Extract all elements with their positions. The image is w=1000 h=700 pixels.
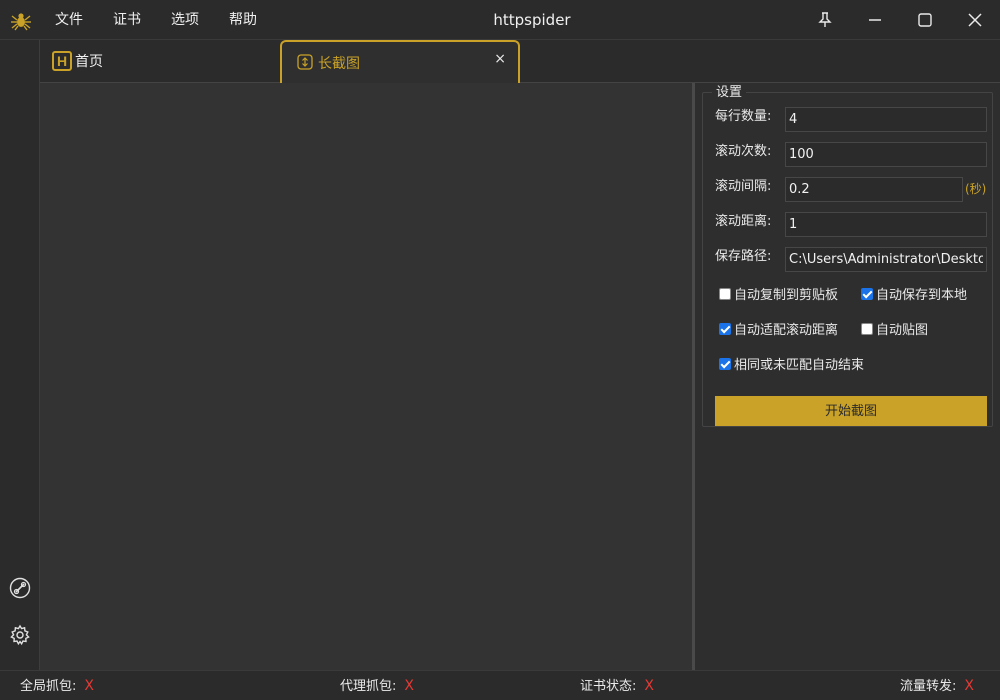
maximize-icon (918, 13, 932, 27)
close-button[interactable] (952, 0, 998, 40)
preview-area (40, 83, 692, 670)
status-label: 代理抓包: (340, 679, 397, 694)
menu-options[interactable]: 选项 (171, 0, 199, 40)
menu-help[interactable]: 帮助 (229, 0, 257, 40)
auto-adapt-scroll-checkbox[interactable]: 自动适配滚动距离 (719, 319, 838, 338)
settings-group: 设置 每行数量: 滚动次数: 滚动间隔: (秒) 滚动距离: 保存路径: 自动复… (702, 85, 993, 427)
per-row-label: 每行数量: (715, 109, 772, 124)
menu-certificate[interactable]: 证书 (113, 0, 141, 40)
minimize-button[interactable] (852, 0, 898, 40)
checkbox-box[interactable] (719, 357, 731, 370)
auto-save-local-checkbox[interactable]: 自动保存到本地 (861, 284, 967, 303)
status-value[interactable]: X (644, 678, 654, 694)
checkbox-label: 自动贴图 (876, 323, 929, 338)
spider-icon[interactable] (10, 9, 32, 31)
close-icon (968, 13, 982, 27)
left-rail (0, 40, 40, 670)
status-global-capture: 全局抓包: X (20, 671, 94, 700)
auto-copy-clipboard-checkbox[interactable]: 自动复制到剪贴板 (719, 284, 838, 303)
checkbox-label: 自动复制到剪贴板 (734, 288, 839, 303)
checkbox-box[interactable] (719, 287, 731, 300)
status-proxy-capture: 代理抓包: X (340, 671, 414, 700)
status-label: 流量转发: (900, 679, 957, 694)
home-h-icon: H (52, 51, 72, 71)
auto-pin-image-checkbox[interactable]: 自动贴图 (861, 319, 928, 338)
status-value[interactable]: X (84, 678, 94, 694)
scroll-distance-input[interactable] (785, 212, 987, 237)
status-certificate: 证书状态: X (580, 671, 654, 700)
gear-icon[interactable] (9, 624, 31, 646)
pin-icon (818, 12, 832, 27)
status-bar: 全局抓包: X 代理抓包: X 证书状态: X 流量转发: X (0, 670, 1000, 700)
status-value[interactable]: X (964, 678, 974, 694)
save-path-input[interactable] (785, 247, 987, 272)
tab-strip: H 首页 长截图 × (40, 40, 1000, 83)
status-traffic-forward: 流量转发: X (900, 671, 974, 700)
menu-bar: 文件 证书 选项 帮助 (55, 0, 287, 40)
tab-close-icon[interactable]: × (494, 51, 506, 67)
scroll-count-label: 滚动次数: (715, 144, 772, 159)
title-bar: 文件 证书 选项 帮助 httpspider (0, 0, 1000, 40)
status-label: 证书状态: (580, 679, 637, 694)
scroll-interval-input[interactable] (785, 177, 963, 202)
maximize-button[interactable] (902, 0, 948, 40)
menu-file[interactable]: 文件 (55, 0, 83, 40)
settings-group-title: 设置 (712, 85, 747, 101)
settings-panel: 设置 每行数量: 滚动次数: 滚动间隔: (秒) 滚动距离: 保存路径: 自动复… (695, 83, 1000, 670)
status-value[interactable]: X (404, 678, 414, 694)
per-row-input[interactable] (785, 107, 987, 132)
pin-button[interactable] (802, 0, 848, 40)
checkbox-label: 自动适配滚动距离 (734, 323, 839, 338)
tab-long-screenshot[interactable]: 长截图 × (280, 40, 520, 83)
tab-long-screenshot-label: 长截图 (318, 56, 360, 72)
checkbox-box[interactable] (861, 322, 873, 335)
auto-stop-checkbox[interactable]: 相同或未匹配自动结束 (719, 354, 864, 373)
checkbox-box[interactable] (861, 287, 873, 300)
scroll-distance-label: 滚动距离: (715, 214, 772, 229)
tab-home-label: 首页 (75, 54, 103, 70)
window-title: httpspider (493, 11, 571, 29)
link-icon[interactable] (9, 577, 31, 599)
scroll-count-input[interactable] (785, 142, 987, 167)
scroll-interval-unit: (秒) (965, 182, 987, 196)
scroll-interval-label: 滚动间隔: (715, 179, 772, 194)
checkbox-box[interactable] (719, 322, 731, 335)
save-path-label: 保存路径: (715, 249, 772, 264)
minimize-icon (869, 19, 881, 21)
status-label: 全局抓包: (20, 679, 77, 694)
scroll-capture-icon (297, 54, 313, 70)
checkbox-label: 相同或未匹配自动结束 (734, 358, 865, 373)
tab-home[interactable]: H 首页 (52, 50, 103, 72)
start-screenshot-button[interactable]: 开始截图 (715, 396, 987, 426)
checkbox-label: 自动保存到本地 (876, 288, 968, 303)
